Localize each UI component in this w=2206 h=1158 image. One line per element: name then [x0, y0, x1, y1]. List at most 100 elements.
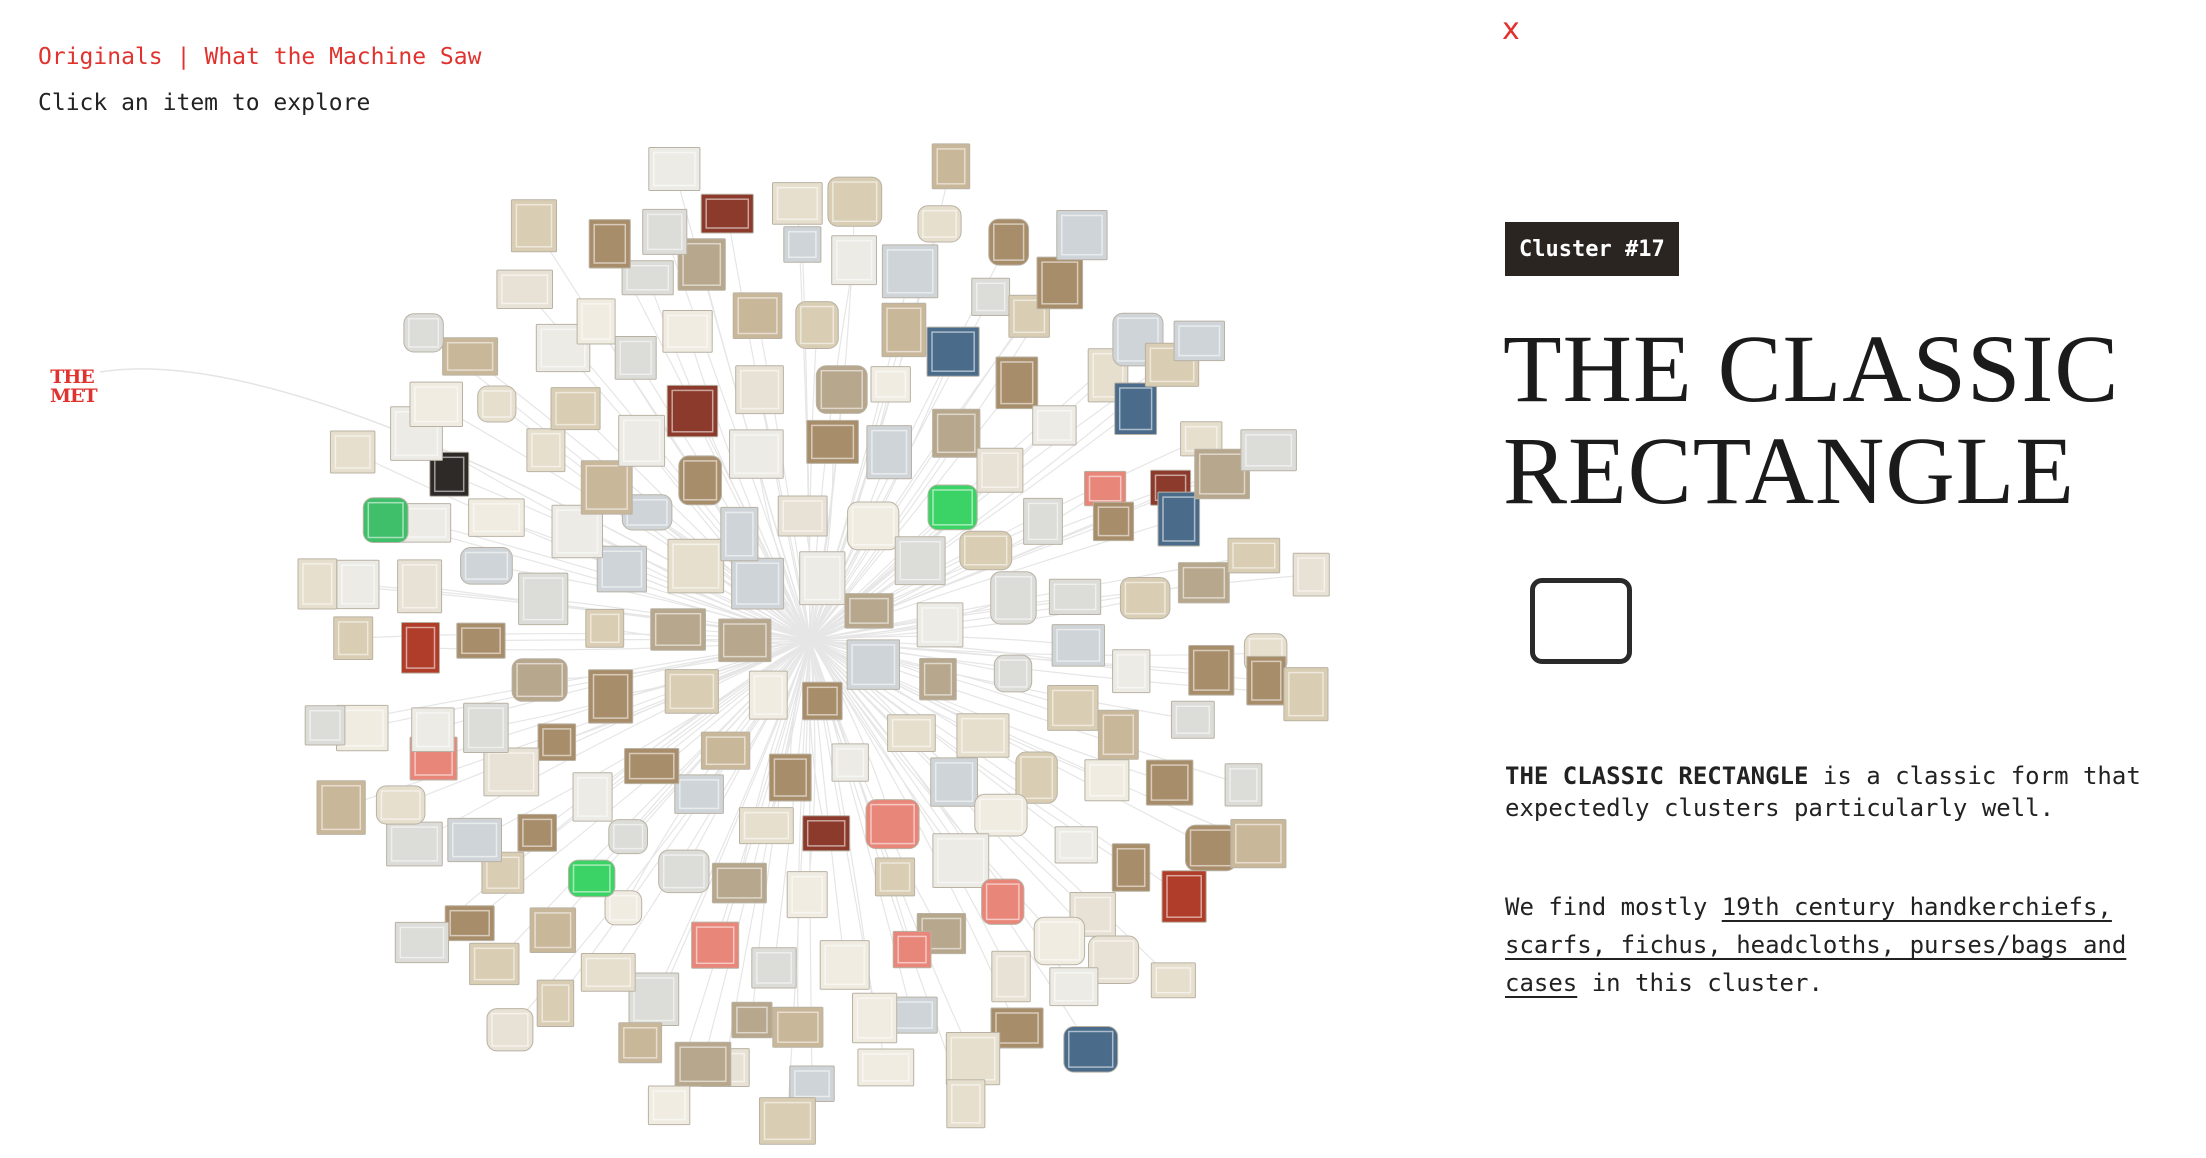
cluster-item[interactable] [608, 819, 648, 855]
cluster-item[interactable] [386, 821, 443, 867]
cluster-item[interactable] [1161, 870, 1207, 923]
cluster-item[interactable] [1084, 759, 1130, 802]
cluster-item[interactable] [614, 336, 657, 380]
cluster-item[interactable] [866, 425, 913, 480]
cluster-item[interactable] [819, 940, 870, 990]
cluster-item[interactable] [468, 498, 525, 537]
cluster-item[interactable] [874, 857, 916, 897]
cluster-item[interactable] [647, 1085, 691, 1126]
cluster-item[interactable] [588, 669, 634, 724]
cluster-item[interactable] [397, 559, 443, 614]
cluster-item[interactable] [1177, 562, 1230, 604]
cluster-item[interactable] [956, 713, 1010, 758]
cluster-item[interactable] [1097, 709, 1139, 760]
cluster-item[interactable] [678, 455, 722, 506]
cluster-item[interactable] [916, 602, 964, 648]
cluster-item[interactable] [642, 208, 688, 255]
cluster-item[interactable] [1033, 916, 1086, 966]
cluster-item[interactable] [993, 654, 1033, 693]
cluster-item[interactable] [806, 419, 859, 464]
cluster-item[interactable] [892, 930, 932, 969]
cluster-item[interactable] [604, 890, 643, 926]
cluster-item[interactable] [1292, 552, 1330, 597]
cluster-item[interactable] [1224, 763, 1263, 807]
cluster-item[interactable] [336, 559, 380, 610]
cluster-item[interactable] [529, 907, 577, 954]
cluster-item[interactable] [1056, 210, 1108, 261]
cluster-item[interactable] [932, 408, 981, 458]
cluster-item[interactable] [409, 381, 463, 428]
cluster-item[interactable] [1047, 685, 1099, 731]
cluster-item[interactable] [887, 714, 936, 753]
cluster-item[interactable] [444, 905, 495, 942]
cluster-item[interactable] [786, 871, 828, 919]
cluster-item[interactable] [831, 235, 878, 286]
cluster-item[interactable] [870, 366, 911, 403]
cluster-item[interactable] [946, 1079, 986, 1129]
cluster-item[interactable] [674, 774, 724, 814]
cluster-item[interactable] [568, 859, 616, 898]
close-icon[interactable]: x [1502, 12, 1520, 47]
cluster-item[interactable] [971, 277, 1011, 316]
cluster-item[interactable] [748, 670, 788, 720]
cluster-item[interactable] [394, 921, 449, 964]
cluster-item[interactable] [1170, 700, 1215, 739]
cluster-item[interactable] [1111, 843, 1151, 892]
cluster-item[interactable] [732, 292, 783, 339]
cluster-item[interactable] [496, 269, 553, 310]
cluster-item[interactable] [931, 143, 971, 190]
cluster-item[interactable] [844, 593, 894, 629]
cluster-item[interactable] [1150, 962, 1196, 999]
cluster-item[interactable] [1023, 497, 1063, 545]
cluster-item[interactable] [618, 414, 666, 467]
cluster-item[interactable] [1063, 1026, 1119, 1073]
cluster-item[interactable] [401, 622, 440, 674]
cluster-item[interactable] [988, 218, 1030, 266]
cluster-item[interactable] [759, 1097, 816, 1145]
cluster-item[interactable] [550, 387, 601, 431]
cluster-item[interactable] [667, 538, 725, 594]
cluster-item[interactable] [375, 785, 426, 825]
cluster-item[interactable] [316, 780, 366, 835]
cluster-item[interactable] [580, 460, 633, 515]
cluster-item[interactable] [486, 1008, 534, 1052]
cluster-item[interactable] [1246, 655, 1287, 706]
cluster-item[interactable] [1032, 405, 1077, 446]
cluster-item[interactable] [658, 849, 710, 894]
cluster-item[interactable] [729, 429, 784, 479]
cluster-item[interactable] [865, 799, 920, 850]
cluster-item[interactable] [511, 658, 568, 702]
cluster-item[interactable] [1188, 645, 1235, 696]
cluster-item[interactable] [981, 878, 1025, 925]
cluster-item[interactable] [1230, 819, 1287, 869]
cluster-item[interactable] [1173, 320, 1225, 362]
cluster-item[interactable] [995, 356, 1039, 410]
cluster-item[interactable] [463, 702, 509, 754]
cluster-item[interactable] [815, 365, 868, 414]
cluster-item[interactable] [447, 817, 502, 863]
cluster-item[interactable] [585, 608, 625, 648]
cluster-item[interactable] [664, 669, 719, 714]
cluster-item[interactable] [777, 495, 828, 537]
cluster-item[interactable] [1114, 382, 1158, 435]
cluster-item[interactable] [518, 572, 569, 626]
cluster-item[interactable] [772, 1006, 824, 1048]
cluster-item[interactable] [1240, 429, 1297, 472]
cluster-item[interactable] [1112, 649, 1151, 694]
cluster-item[interactable] [588, 219, 631, 269]
cluster-item[interactable] [739, 807, 794, 845]
cluster-item[interactable] [881, 302, 927, 358]
cluster-item[interactable] [772, 182, 823, 225]
cluster-item[interactable] [411, 707, 455, 753]
cluster-item[interactable] [827, 176, 883, 227]
cluster-item[interactable] [799, 551, 846, 606]
cluster-item[interactable] [881, 244, 939, 299]
cluster-item[interactable] [1036, 256, 1084, 310]
cluster-item[interactable] [927, 484, 978, 531]
cluster-item[interactable] [460, 547, 513, 585]
cluster-item[interactable] [1157, 491, 1201, 547]
cluster-item[interactable] [783, 226, 822, 263]
cluster-item[interactable] [526, 428, 566, 473]
cluster-item[interactable] [857, 1048, 915, 1087]
cluster-item[interactable] [789, 1065, 835, 1102]
